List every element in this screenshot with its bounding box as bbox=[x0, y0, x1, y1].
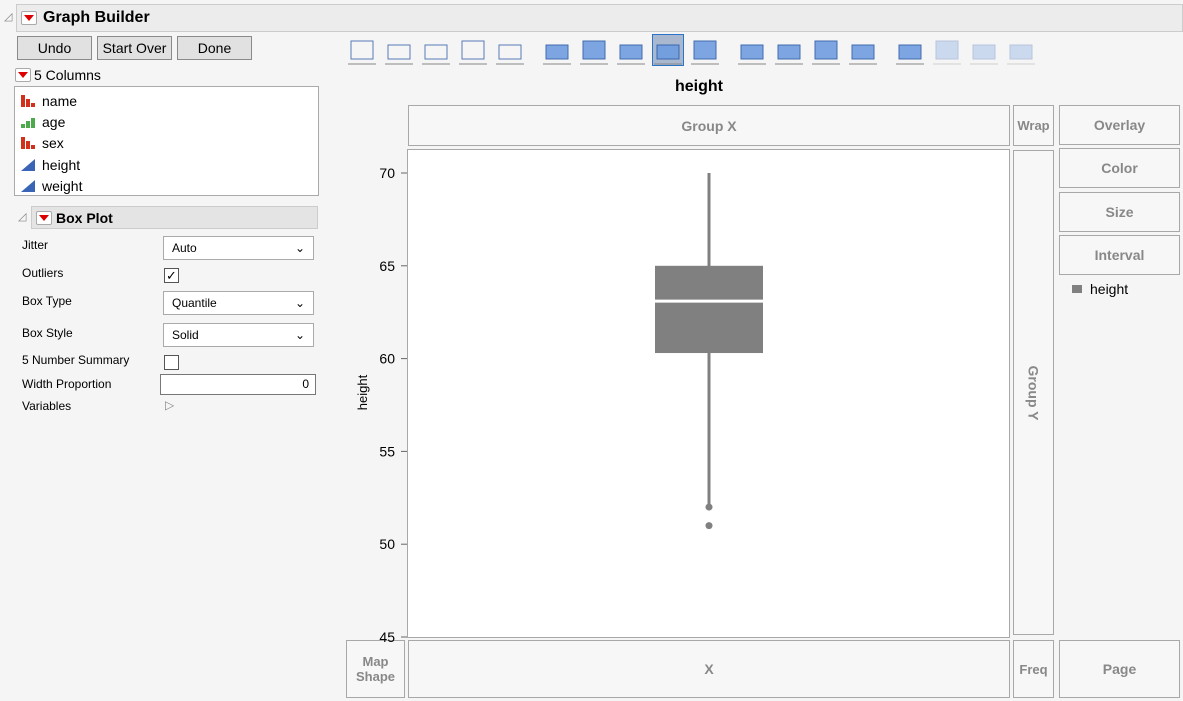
y-tick-label: 50 bbox=[379, 536, 395, 552]
box-plot-chart: 45 50 55 60 65 70 bbox=[379, 165, 763, 645]
outlier-point bbox=[705, 503, 713, 511]
y-tick-label: 60 bbox=[379, 351, 395, 367]
y-tick-label: 65 bbox=[379, 258, 395, 274]
outlier-point bbox=[705, 522, 713, 530]
y-tick-label: 55 bbox=[379, 443, 395, 459]
box bbox=[655, 265, 763, 354]
y-tick-label: 70 bbox=[379, 165, 395, 181]
y-tick-label: 45 bbox=[379, 629, 395, 645]
